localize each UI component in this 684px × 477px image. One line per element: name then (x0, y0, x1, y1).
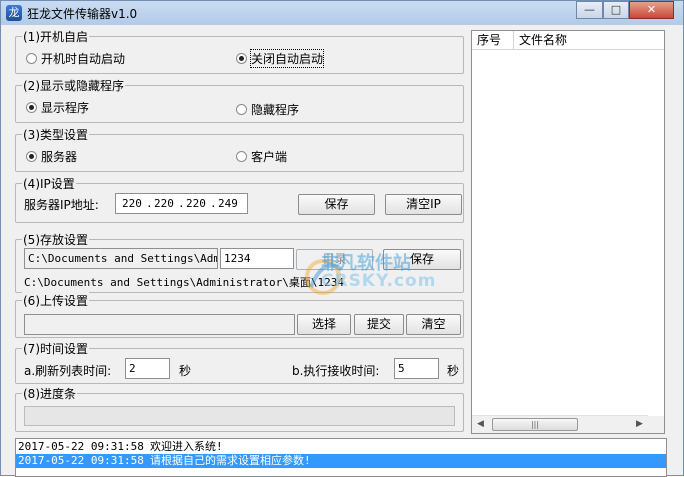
server-ip-label: 服务器IP地址: (24, 198, 99, 212)
radio-server-indicator (26, 151, 37, 162)
radio-server[interactable]: 服务器 (26, 148, 77, 165)
radio-hide-program-label: 隐藏程序 (251, 103, 300, 117)
dragon-app-icon: 龙 (6, 5, 22, 21)
receive-interval-input[interactable]: 5 (394, 358, 439, 379)
maximize-button[interactable]: □ (603, 1, 629, 19)
scroll-left-arrow-icon[interactable]: ◀ (472, 416, 489, 433)
timing-legend: (7)时间设置 (22, 340, 89, 357)
storage-group: (5)存放设置 C:\Documents and Settings\Admini… (15, 231, 464, 293)
refresh-interval-label: a.刷新列表时间: (24, 364, 112, 378)
radio-server-label: 服务器 (41, 150, 78, 164)
progress-legend: (8)进度条 (22, 385, 77, 402)
upload-clear-button[interactable]: 清空 (406, 314, 461, 335)
column-header-index[interactable]: 序号 (472, 31, 514, 49)
file-list[interactable]: 序号 文件名称 ◀ ||| ▶ (471, 30, 665, 434)
scroll-right-arrow-icon[interactable]: ▶ (631, 416, 648, 433)
ip-group: (4)IP设置 服务器IP地址: 220 . 220 . 220 . 249 保… (15, 175, 464, 223)
radio-auto-start-indicator (26, 53, 37, 64)
timing-group: (7)时间设置 a.刷新列表时间: 2 秒 b.执行接收时间: 5 秒 (15, 340, 464, 384)
select-file-button[interactable]: 选择 (297, 314, 351, 335)
storage-path-field[interactable]: C:\Documents and Settings\Administrator\… (24, 248, 218, 269)
radio-disable-auto-start-label: 关闭自动启动 (249, 49, 325, 68)
log-message: 欢迎进入系统! (150, 440, 223, 453)
type-legend: (3)类型设置 (22, 126, 89, 143)
log-line[interactable]: 2017-05-22 09:31:58 欢迎进入系统! (16, 440, 666, 454)
submit-button[interactable]: 提交 (354, 314, 404, 335)
radio-hide-program-indicator (236, 104, 247, 115)
app-window: 龙 狂龙文件传输器v1.0 — □ ✕ (1)开机自启 开机时自动启动 关闭自动… (0, 0, 684, 477)
progress-group: (8)进度条 (15, 385, 464, 432)
radio-auto-start-label: 开机时自动启动 (41, 52, 126, 66)
log-time: 2017-05-22 09:31:58 (18, 454, 144, 467)
radio-disable-auto-start-indicator (236, 53, 247, 64)
radio-disable-auto-start[interactable]: 关闭自动启动 (236, 49, 325, 68)
radio-hide-program[interactable]: 隐藏程序 (236, 101, 299, 118)
log-time: 2017-05-22 09:31:58 (18, 440, 144, 453)
radio-client-label: 客户端 (251, 150, 288, 164)
file-list-hscrollbar[interactable]: ◀ ||| ▶ (472, 415, 648, 433)
storage-folder-input[interactable]: 1234 (220, 248, 294, 269)
upload-file-field[interactable] (24, 314, 295, 335)
visibility-group: (2)显示或隐藏程序 显示程序 隐藏程序 (15, 77, 464, 123)
storage-full-path: C:\Documents and Settings\Administrator\… (24, 276, 345, 289)
clear-ip-button[interactable]: 清空IP (385, 194, 462, 215)
ip-octet-4: 249 (218, 197, 238, 210)
file-list-header: 序号 文件名称 (472, 31, 664, 50)
ip-save-button[interactable]: 保存 (298, 194, 375, 215)
radio-show-program[interactable]: 显示程序 (26, 99, 89, 116)
size-grip (648, 416, 664, 433)
refresh-unit: 秒 (179, 364, 192, 378)
receive-interval-label: b.执行接收时间: (292, 364, 380, 378)
startup-legend: (1)开机自启 (22, 28, 89, 45)
type-group: (3)类型设置 服务器 客户端 (15, 126, 464, 172)
window-title: 狂龙文件传输器v1.0 (27, 7, 138, 21)
ip-address-input[interactable]: 220 . 220 . 220 . 249 (115, 193, 248, 214)
ip-octet-2: 220 (154, 197, 174, 210)
log-line-selected[interactable]: 2017-05-22 09:31:58 请根据自己的需求设置相应参数! (16, 454, 666, 468)
startup-group: (1)开机自启 开机时自动启动 关闭自动启动 (15, 28, 464, 74)
receive-unit: 秒 (447, 364, 460, 378)
upload-group: (6)上传设置 选择 提交 清空 (15, 292, 464, 338)
visibility-legend: (2)显示或隐藏程序 (22, 77, 125, 94)
log-box[interactable]: 2017-05-22 09:31:58 欢迎进入系统! 2017-05-22 09… (15, 438, 667, 477)
log-message: 请根据自己的需求设置相应参数! (150, 454, 311, 467)
ip-octet-1: 220 (122, 197, 142, 210)
scroll-thumb[interactable]: ||| (492, 418, 578, 431)
radio-client-indicator (236, 151, 247, 162)
title-bar[interactable]: 龙 狂龙文件传输器v1.0 — □ ✕ (1, 1, 683, 25)
storage-legend: (5)存放设置 (22, 231, 89, 248)
column-header-filename[interactable]: 文件名称 (514, 31, 664, 49)
radio-client[interactable]: 客户端 (236, 148, 287, 165)
radio-show-program-label: 显示程序 (41, 101, 90, 115)
ip-legend: (4)IP设置 (22, 175, 76, 192)
radio-show-program-indicator (26, 102, 37, 113)
close-button[interactable]: ✕ (629, 1, 674, 19)
storage-save-button[interactable]: 保存 (383, 249, 461, 270)
ip-octet-3: 220 (186, 197, 206, 210)
upload-legend: (6)上传设置 (22, 292, 89, 309)
refresh-interval-input[interactable]: 2 (125, 358, 170, 379)
minimize-button[interactable]: — (576, 1, 603, 19)
radio-auto-start[interactable]: 开机时自动启动 (26, 50, 125, 67)
progress-bar (24, 406, 455, 426)
directory-button[interactable]: 目录 (296, 249, 373, 270)
